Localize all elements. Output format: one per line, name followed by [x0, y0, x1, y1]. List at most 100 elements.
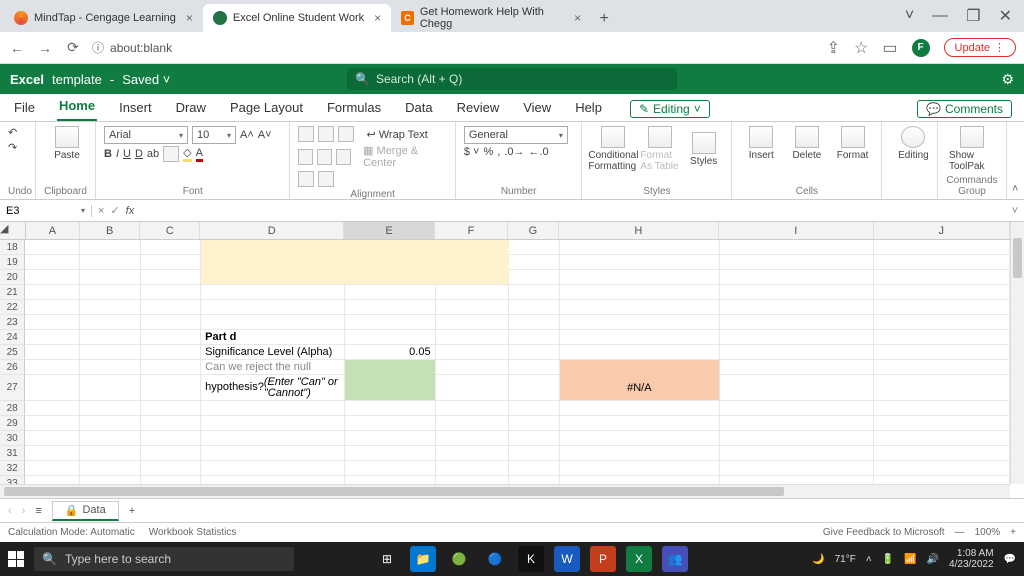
cell[interactable]: [141, 255, 201, 270]
profile-badge[interactable]: F: [912, 39, 930, 57]
cell[interactable]: [25, 375, 80, 401]
cell[interactable]: [141, 431, 201, 446]
tray-chevron-icon[interactable]: ˄: [866, 554, 872, 565]
cell[interactable]: [560, 315, 720, 330]
wrap-text-button[interactable]: ↩ Wrap Text: [366, 128, 427, 141]
cell[interactable]: [201, 315, 344, 330]
browser-tab-excel[interactable]: Excel Online Student Work ×: [203, 4, 391, 32]
close-window-icon[interactable]: ✕: [999, 6, 1012, 26]
cell[interactable]: [720, 360, 874, 375]
zoom-level[interactable]: 100%: [975, 527, 1001, 538]
double-underline-button[interactable]: D: [135, 148, 143, 160]
delete-cells-button[interactable]: Delete: [786, 126, 828, 161]
cell[interactable]: [25, 476, 80, 484]
cell[interactable]: [25, 360, 80, 375]
cell[interactable]: [560, 345, 720, 360]
cell[interactable]: [874, 476, 1010, 484]
cell[interactable]: [436, 476, 509, 484]
cell[interactable]: [141, 300, 201, 315]
cell[interactable]: [201, 255, 344, 270]
cell[interactable]: Part d: [201, 330, 344, 345]
cell[interactable]: [80, 255, 140, 270]
bold-button[interactable]: B: [104, 148, 112, 160]
currency-button[interactable]: $ ˅: [464, 146, 480, 158]
cell[interactable]: [509, 375, 560, 401]
cell[interactable]: [201, 285, 344, 300]
feedback-link[interactable]: Give Feedback to Microsoft: [823, 527, 945, 538]
cell[interactable]: [560, 330, 720, 345]
cell[interactable]: [560, 240, 720, 255]
cell[interactable]: [201, 401, 344, 416]
cell[interactable]: [80, 461, 140, 476]
cell[interactable]: [141, 401, 201, 416]
cell[interactable]: [720, 416, 874, 431]
cell[interactable]: [509, 416, 560, 431]
cell[interactable]: [874, 240, 1010, 255]
cell[interactable]: [80, 345, 140, 360]
col-header-D[interactable]: D: [200, 222, 344, 239]
file-explorer-icon[interactable]: 📁: [410, 546, 436, 572]
scroll-thumb[interactable]: [4, 487, 784, 496]
cell[interactable]: [720, 300, 874, 315]
cell[interactable]: [720, 315, 874, 330]
cell[interactable]: [560, 300, 720, 315]
select-all-corner[interactable]: ◢: [0, 222, 26, 239]
cell[interactable]: [436, 416, 509, 431]
decrease-font-icon[interactable]: A˅: [258, 129, 272, 141]
cell[interactable]: [874, 375, 1010, 401]
cell[interactable]: [141, 476, 201, 484]
row-header[interactable]: 31: [0, 446, 25, 461]
reload-icon[interactable]: ⟳: [64, 39, 82, 56]
row-header[interactable]: 19: [0, 255, 25, 270]
cell[interactable]: Significance Level (Alpha): [201, 345, 344, 360]
cell[interactable]: [720, 255, 874, 270]
cell[interactable]: [560, 446, 720, 461]
cell[interactable]: [25, 300, 80, 315]
cell[interactable]: [141, 360, 201, 375]
cell[interactable]: [80, 315, 140, 330]
cell[interactable]: [436, 345, 509, 360]
cell[interactable]: [345, 360, 436, 375]
cell[interactable]: [509, 461, 560, 476]
row-header[interactable]: 20: [0, 270, 25, 285]
cell[interactable]: [141, 375, 201, 401]
calc-mode[interactable]: Calculation Mode: Automatic: [8, 527, 135, 538]
col-header-G[interactable]: G: [508, 222, 559, 239]
next-sheet-icon[interactable]: ›: [22, 505, 26, 517]
scroll-thumb[interactable]: [1013, 238, 1022, 278]
powerpoint-icon[interactable]: P: [590, 546, 616, 572]
cell[interactable]: [80, 270, 140, 285]
vertical-scrollbar[interactable]: [1010, 222, 1024, 484]
cell[interactable]: [25, 315, 80, 330]
row-header[interactable]: 33: [0, 476, 25, 484]
tab-file[interactable]: File: [12, 96, 37, 121]
tab-draw[interactable]: Draw: [174, 96, 208, 121]
new-tab-button[interactable]: +: [591, 6, 617, 32]
start-button[interactable]: [8, 551, 24, 567]
editing-dropdown[interactable]: Editing: [890, 126, 936, 161]
underline-button[interactable]: U: [123, 148, 131, 160]
font-size-select[interactable]: 10▾: [192, 126, 236, 144]
insert-cells-button[interactable]: Insert: [740, 126, 782, 161]
cell[interactable]: [436, 285, 509, 300]
cell[interactable]: [720, 401, 874, 416]
undo-icon[interactable]: ↶: [8, 126, 27, 139]
cell[interactable]: [509, 270, 560, 285]
percent-button[interactable]: %: [483, 146, 493, 158]
decrease-indent-icon[interactable]: [298, 171, 314, 187]
cell[interactable]: [560, 255, 720, 270]
cell[interactable]: [874, 446, 1010, 461]
cell[interactable]: [345, 401, 436, 416]
strike-button[interactable]: ab: [147, 148, 159, 160]
horizontal-scrollbar[interactable]: [0, 484, 1010, 498]
notifications-icon[interactable]: 💬: [1004, 554, 1016, 565]
gear-icon[interactable]: ⚙: [1001, 71, 1014, 88]
cell[interactable]: [80, 431, 140, 446]
decrease-decimal-button[interactable]: ←.0: [528, 146, 548, 158]
cell[interactable]: [345, 330, 436, 345]
cell[interactable]: [874, 315, 1010, 330]
cell-styles-button[interactable]: Styles: [684, 132, 724, 167]
cell[interactable]: [80, 285, 140, 300]
cell[interactable]: [141, 285, 201, 300]
cell[interactable]: [874, 360, 1010, 375]
